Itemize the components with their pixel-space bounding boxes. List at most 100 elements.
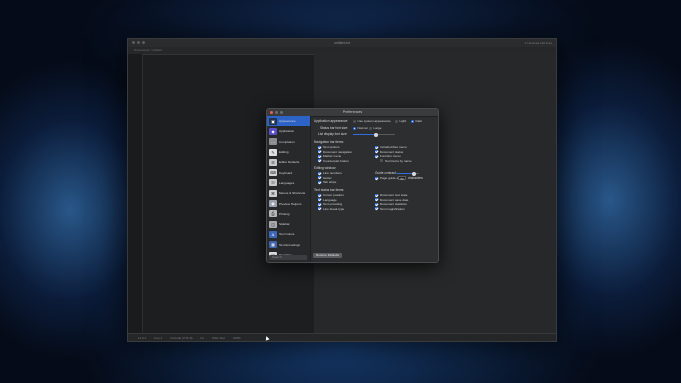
page-guide-checkbox[interactable]: Page guide at [375,176,399,180]
status-document-text-state-checkbox[interactable]: Document text state [375,193,408,197]
editing-tab-strips-checkbox[interactable]: Tab strips [318,180,336,184]
menus-icon: ⌘ [269,189,277,197]
checkbox-label: Language [323,197,337,202]
status-line-break[interactable]: LF [201,336,205,340]
sidebar-item-sidebar[interactable]: ◫ Sidebar [267,219,310,229]
nav-function-menu-checkbox[interactable]: Function menu [375,154,400,158]
status-line-break-checkbox[interactable]: Line break type [318,207,344,211]
appearance-label: Application appearance: [314,119,349,123]
checkbox-label: Line break type [323,206,345,211]
checkbox-indicator [318,154,321,158]
slider-fill [353,134,377,135]
sidebar-search-input[interactable]: Search [269,255,307,260]
checkbox-indicator [318,176,321,179]
preferences-window: Preferences ▣ Appearance ◆ Application … Co… [266,108,439,263]
sidebar-item-editor-defaults[interactable]: ☰ Editor Defaults [267,157,310,167]
sidebar-item-label: Editor Defaults [279,160,300,165]
checkbox-indicator [318,193,321,197]
guide-contrast-slider[interactable] [397,171,419,176]
checkbox-indicator [318,171,321,175]
checkbox-label: Line numbers [323,171,342,175]
sidebar-item-label: Completion [279,139,295,144]
checkbox-label: Text options [323,145,340,149]
status-document-save-date-checkbox[interactable]: Document save date [375,198,408,202]
editor-title: untitled.txt [334,41,350,45]
checkbox-label: Tab strips [323,180,337,184]
checkbox-label: Function menu [380,154,401,158]
checkbox-label: Document statistics [380,202,407,206]
checkbox-label: Document navigation [323,149,353,154]
status-size-normal[interactable]: Normal [353,126,367,130]
status-cursor-position-checkbox[interactable]: Cursor position [318,193,344,197]
sidebar-item-label: Menus & Shortcuts [279,191,306,196]
nav-document-navigation-checkbox[interactable]: Document navigation [318,150,352,154]
sidebar-item-completion[interactable]: … Completion [267,137,310,147]
restore-defaults-button[interactable]: Restore Defaults [313,253,343,258]
line-number-gutter [128,54,143,334]
option-label: Light [399,119,407,123]
sidebar-item-label: Printing [279,211,290,216]
text-encodings-icon: ▦ [269,241,277,249]
keyboard-icon: ⌨ [269,169,277,177]
checkbox-indicator [318,198,321,201]
sidebar-icon: ◫ [269,220,277,228]
checkbox-indicator [375,207,378,210]
nav-marker-menu-checkbox[interactable]: Marker menu [318,154,341,158]
page-guide-field[interactable]: 80 [398,176,406,181]
sidebar-item-keyboard[interactable]: ⌨ Keyboard [267,167,310,177]
status-language[interactable]: Plain Text [212,336,225,340]
guide-contrast-label: Guide contrast: [375,171,397,175]
nav-counterpart-button-checkbox[interactable]: Counterpart button [318,159,349,163]
checkbox-label: Document save date [380,197,409,202]
printing-icon: ⎙ [269,210,277,218]
sidebar-item-editing[interactable]: ✎ Editing [267,147,310,157]
checkbox-label: Page guide at [380,176,400,180]
sidebar-item-label: Application [279,129,295,134]
checkbox-label: Sort items by name [385,158,412,163]
slider-knob[interactable] [374,132,379,137]
preview-icon: ◉ [269,200,277,208]
sidebar-item-languages[interactable]: ☷ Languages [267,178,310,188]
application-icon: ◆ [269,127,277,135]
status-text-magnification-checkbox[interactable]: Text magnification [375,207,405,211]
sidebar-item-appearance[interactable]: ▣ Appearance [267,116,310,127]
editing-line-numbers-checkbox[interactable]: Line numbers [318,171,342,175]
languages-icon: ☷ [269,179,277,187]
list-font-size-slider[interactable] [353,132,395,137]
appearance-option-light[interactable]: Light [395,119,406,123]
checkbox-label: Document status [380,149,404,154]
status-size-large[interactable]: Large [369,126,381,130]
checkbox-label: Included files menu [380,145,407,149]
nav-sort-by-name-checkbox[interactable]: Sort items by name [380,159,412,163]
sidebar-item-menus[interactable]: ⌘ Menus & Shortcuts [267,188,310,198]
page-guide-unit: characters [408,176,423,180]
status-document-statistics-checkbox[interactable]: Document statistics [375,202,407,206]
slider-knob[interactable] [411,171,416,176]
sidebar-item-label: Sidebar [279,222,290,227]
nav-document-status-checkbox[interactable]: Document status [375,150,403,154]
status-bar-size-label: Status bar font size: [320,126,349,130]
nav-text-options-checkbox[interactable]: Text options [318,145,340,149]
checkbox-indicator [318,150,321,153]
sidebar-item-text-colors[interactable]: A Text Colors [267,229,310,239]
sidebar-item-text-encodings[interactable]: ▦ Text Encodings [267,240,310,250]
status-encoding[interactable]: Unicode (UTF-8) [170,336,192,340]
appearance-option-dark[interactable]: Dark [411,119,422,123]
sidebar-item-application[interactable]: ◆ Application [267,126,310,136]
status-text-encoding-checkbox[interactable]: Text encoding [318,202,342,206]
editing-section-title: Editing window: [314,166,337,170]
editing-gutter-checkbox[interactable]: Gutter [318,176,332,180]
status-magnification[interactable]: 100% [233,336,241,340]
checkbox-indicator [375,198,378,201]
option-label: Dark [415,119,423,123]
completion-icon: … [269,138,277,146]
checkbox-indicator [375,145,378,149]
nav-included-files-checkbox[interactable]: Included files menu [375,145,407,149]
appearance-option-system[interactable]: Use system appearance [353,119,391,123]
document-path[interactable]: Documents / Untitled [134,47,162,54]
sidebar-item-preview[interactable]: ◉ Preview Helpers [267,198,310,208]
checkbox-indicator [375,202,378,206]
sidebar-item-printing[interactable]: ⎙ Printing [267,209,310,219]
checkbox-indicator [375,193,378,197]
status-language-checkbox[interactable]: Language [318,198,337,202]
